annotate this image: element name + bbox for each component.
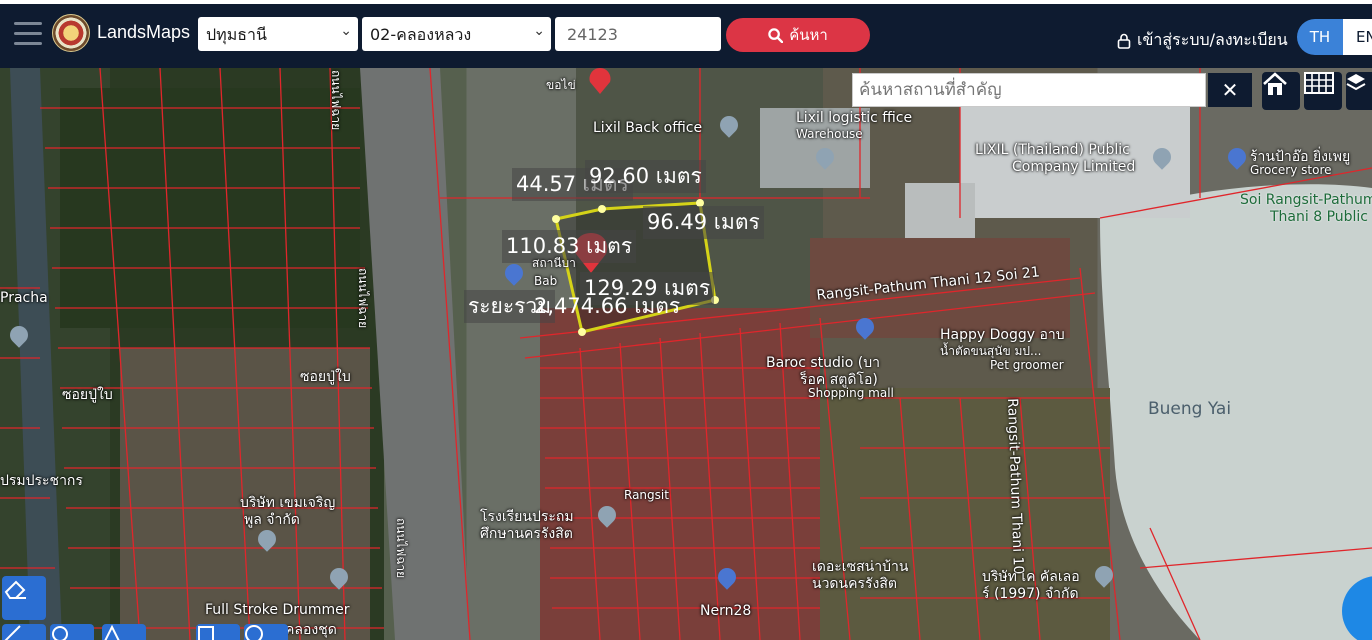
select-box-button[interactable]: [196, 624, 240, 640]
menu-icon[interactable]: [14, 22, 42, 48]
place-label: Nern28: [700, 603, 752, 619]
landmark-clear-button[interactable]: ✕: [1208, 73, 1252, 107]
place-label: Bab: [534, 274, 558, 288]
place-label: Thani 8 Public Pa: [1270, 209, 1372, 225]
landmark-search-input[interactable]: [853, 74, 1205, 106]
place-label: Soi Rangsit-Pathum: [1240, 192, 1372, 208]
chevron-down-icon: ⌄: [533, 23, 545, 39]
brand-name: LandsMaps: [97, 22, 191, 42]
province-select[interactable]: ปทุมธานี ⌄: [198, 17, 358, 51]
place-label: Grocery store: [1250, 163, 1332, 177]
road-label: ถนนไฟฉาย: [329, 70, 343, 131]
top-navigation-bar: LandsMaps ปทุมธานี ⌄ 02-คลองหลวง ⌄ ค้นหา…: [0, 0, 1372, 68]
road-label: ปรมประชากร: [0, 473, 83, 489]
layers-icon: [1346, 74, 1366, 91]
lake-bueng-yai: [1100, 184, 1372, 640]
place-label: ศึกษานครรังสิต: [480, 526, 573, 542]
language-th-button[interactable]: TH: [1297, 19, 1343, 55]
place-label: Full Stroke Drummer: [205, 602, 350, 618]
place-label: Warehouse: [796, 127, 863, 141]
place-label: Shopping mall: [808, 386, 894, 400]
login-link[interactable]: เข้าสู่ระบบ/ลงทะเบียน: [1117, 28, 1288, 53]
road-label: ถนนไฟฉาย: [394, 518, 408, 579]
search-button-label: ค้นหา: [789, 26, 828, 44]
draw-area-button[interactable]: [102, 624, 146, 640]
place-label: LIXIL (Thailand) Public: [975, 142, 1130, 158]
farmland: [60, 88, 360, 328]
place-label: ขอไข่: [546, 78, 576, 92]
place-label: สถานีบา: [532, 256, 576, 270]
road-label: ถนนไฟฉาย: [356, 268, 370, 329]
measurement-label: 92.60 เมตร: [585, 160, 706, 193]
box-select-icon: [198, 626, 214, 640]
poi-pin-icon: [589, 68, 611, 94]
place-label: คลองชุด: [285, 622, 337, 638]
place-label: นวดนครรังสิต: [812, 576, 897, 592]
polygon-icon: [104, 624, 120, 640]
eraser-icon: [4, 580, 26, 599]
map-canvas[interactable]: 44.57 เมตร 92.60 เมตร 96.49 เมตร 110.83 …: [0, 68, 1372, 640]
grid-button[interactable]: [1304, 72, 1342, 110]
search-icon: [768, 27, 784, 43]
measure-line-button[interactable]: [2, 624, 46, 640]
province-value: ปทุมธานี: [206, 25, 267, 44]
measurement-label: 96.49 เมตร: [643, 206, 764, 239]
district-select[interactable]: 02-คลองหลวง ⌄: [362, 17, 551, 51]
ruler-icon: [4, 625, 21, 640]
road-label: ซอยปู่ใบ: [62, 387, 113, 403]
layers-button[interactable]: [1346, 72, 1372, 110]
home-button[interactable]: [1262, 72, 1300, 110]
eraser-button[interactable]: [2, 576, 46, 620]
chevron-down-icon: ⌄: [340, 23, 352, 39]
landsmaps-logo: [52, 14, 90, 52]
info-icon: [245, 625, 263, 640]
place-label: Lixil Back office: [593, 120, 703, 136]
district-value: 02-คลองหลวง: [370, 25, 472, 44]
landmark-search-box: [852, 73, 1206, 107]
place-label: Company Limited: [1012, 159, 1136, 175]
place-label: Pracha: [0, 290, 48, 306]
road-label: ซอยปู่ใบ: [300, 369, 351, 385]
lock-icon: [1117, 33, 1131, 49]
grid-icon: [1304, 72, 1334, 94]
measurement-total-value: 2,474.66 เมตร: [534, 294, 681, 318]
place-label: Pet groomer: [990, 358, 1064, 372]
road-label: Rangsit: [624, 488, 669, 502]
canal: [10, 68, 62, 640]
language-en-button[interactable]: EN: [1343, 19, 1372, 55]
place-label: Lixil logistic ffice: [796, 110, 913, 126]
parcel-number-input[interactable]: [555, 17, 721, 51]
location-icon: [52, 626, 68, 640]
search-button[interactable]: ค้นหา: [726, 18, 870, 52]
place-label: ร์ (1997) จำกัด: [982, 586, 1079, 602]
lake-label: Bueng Yai: [1148, 399, 1232, 419]
login-label: เข้าสู่ระบบ/ลงทะเบียน: [1137, 30, 1288, 49]
locate-button[interactable]: [50, 624, 94, 640]
info-button[interactable]: [244, 624, 288, 640]
home-icon: [1263, 72, 1287, 95]
place-label: พูล จำกัด: [244, 512, 300, 528]
railway-strip: [360, 68, 470, 640]
